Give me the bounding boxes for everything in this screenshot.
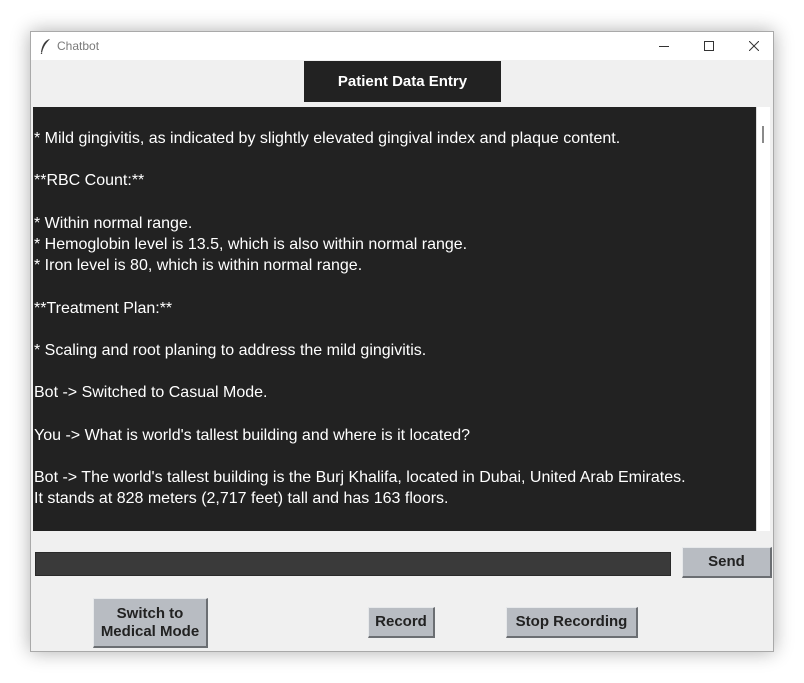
chat-scrollbar[interactable]: [756, 107, 770, 531]
message-input[interactable]: [35, 552, 671, 576]
maximize-button[interactable]: [686, 32, 732, 60]
close-button[interactable]: [731, 32, 777, 60]
close-icon: [749, 41, 759, 51]
stop-recording-button[interactable]: Stop Recording: [506, 607, 638, 638]
record-button[interactable]: Record: [368, 607, 435, 638]
feather-icon: [40, 39, 50, 54]
maximize-icon: [704, 41, 714, 51]
scrollbar-thumb[interactable]: [762, 126, 764, 143]
patient-data-entry-button[interactable]: Patient Data Entry: [304, 61, 501, 102]
minimize-button[interactable]: [641, 32, 687, 60]
chat-log[interactable]: * Mild gingivitis, as indicated by sligh…: [33, 107, 756, 531]
client-area: Patient Data Entry * Mild gingivitis, as…: [31, 60, 773, 651]
window-title: Chatbot: [57, 39, 100, 53]
switch-mode-button[interactable]: Switch to Medical Mode: [93, 598, 208, 648]
minimize-icon: [659, 46, 669, 47]
send-button[interactable]: Send: [682, 547, 772, 578]
chatbot-window: Chatbot Patient Data Entry * Mild gingiv…: [30, 31, 774, 652]
title-bar[interactable]: Chatbot: [31, 32, 773, 60]
